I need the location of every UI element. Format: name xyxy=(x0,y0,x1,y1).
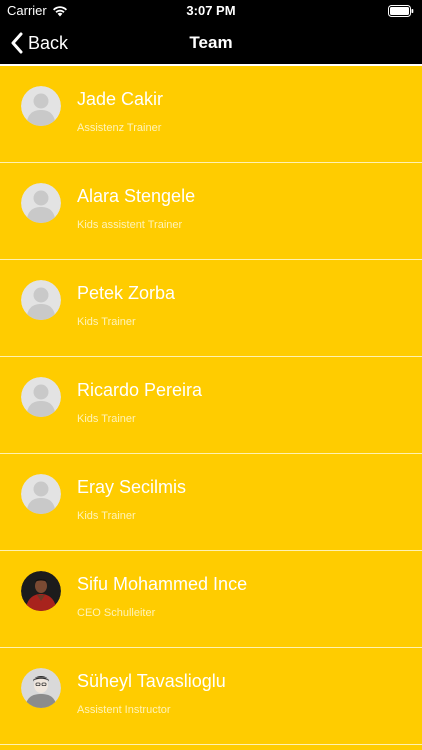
avatar-placeholder-icon xyxy=(21,474,61,514)
member-name: Ricardo Pereira xyxy=(77,380,203,400)
member-role: Kids Trainer xyxy=(77,510,136,522)
battery-icon xyxy=(388,5,414,17)
avatar-placeholder-icon xyxy=(21,377,61,417)
team-member-row[interactable]: Süheyl Tavaslioglu Assistent Instructor xyxy=(0,648,422,745)
avatar-placeholder-icon xyxy=(21,280,61,320)
team-member-row[interactable]: Jade Cakir Assistenz Trainer xyxy=(0,66,422,163)
member-name: Petek Zorba xyxy=(77,283,176,303)
team-list: Jade Cakir Assistenz Trainer Alara Steng… xyxy=(0,66,422,750)
top-bar: Carrier 3:07 PM Back Team xyxy=(0,0,422,64)
status-time: 3:07 PM xyxy=(186,3,236,18)
avatar-placeholder-icon xyxy=(21,183,61,223)
member-role: Kids Trainer xyxy=(77,413,136,425)
status-bar: Carrier 3:07 PM xyxy=(0,0,422,22)
member-name: Sifu Mohammed Ince xyxy=(77,574,248,594)
avatar-placeholder-icon xyxy=(21,86,61,126)
avatar-photo xyxy=(21,571,61,611)
team-member-row[interactable]: Ricardo Pereira Kids Trainer xyxy=(0,357,422,454)
avatar-photo xyxy=(21,668,61,708)
team-member-row[interactable]: Petek Zorba Kids Trainer xyxy=(0,260,422,357)
team-member-row[interactable]: Alara Stengele Kids assistent Trainer xyxy=(0,163,422,260)
member-role: Assistent Instructor xyxy=(77,704,171,716)
member-role: CEO Schulleiter xyxy=(77,607,156,619)
member-name: Jade Cakir xyxy=(77,89,164,109)
member-name: Alara Stengele xyxy=(77,186,196,206)
member-role: Assistenz Trainer xyxy=(77,122,162,134)
member-role: Kids assistent Trainer xyxy=(77,219,183,231)
team-member-row[interactable]: Sifu Mohammed Ince CEO Schulleiter xyxy=(0,551,422,648)
member-name: Süheyl Tavaslioglu xyxy=(77,671,226,691)
navigation-bar: Back Team xyxy=(0,22,422,64)
page-title: Team xyxy=(189,33,233,52)
member-role: Kids Trainer xyxy=(77,316,136,328)
member-name: Eray Secilmis xyxy=(77,477,187,497)
team-member-row[interactable]: Eray Secilmis Kids Trainer xyxy=(0,454,422,551)
